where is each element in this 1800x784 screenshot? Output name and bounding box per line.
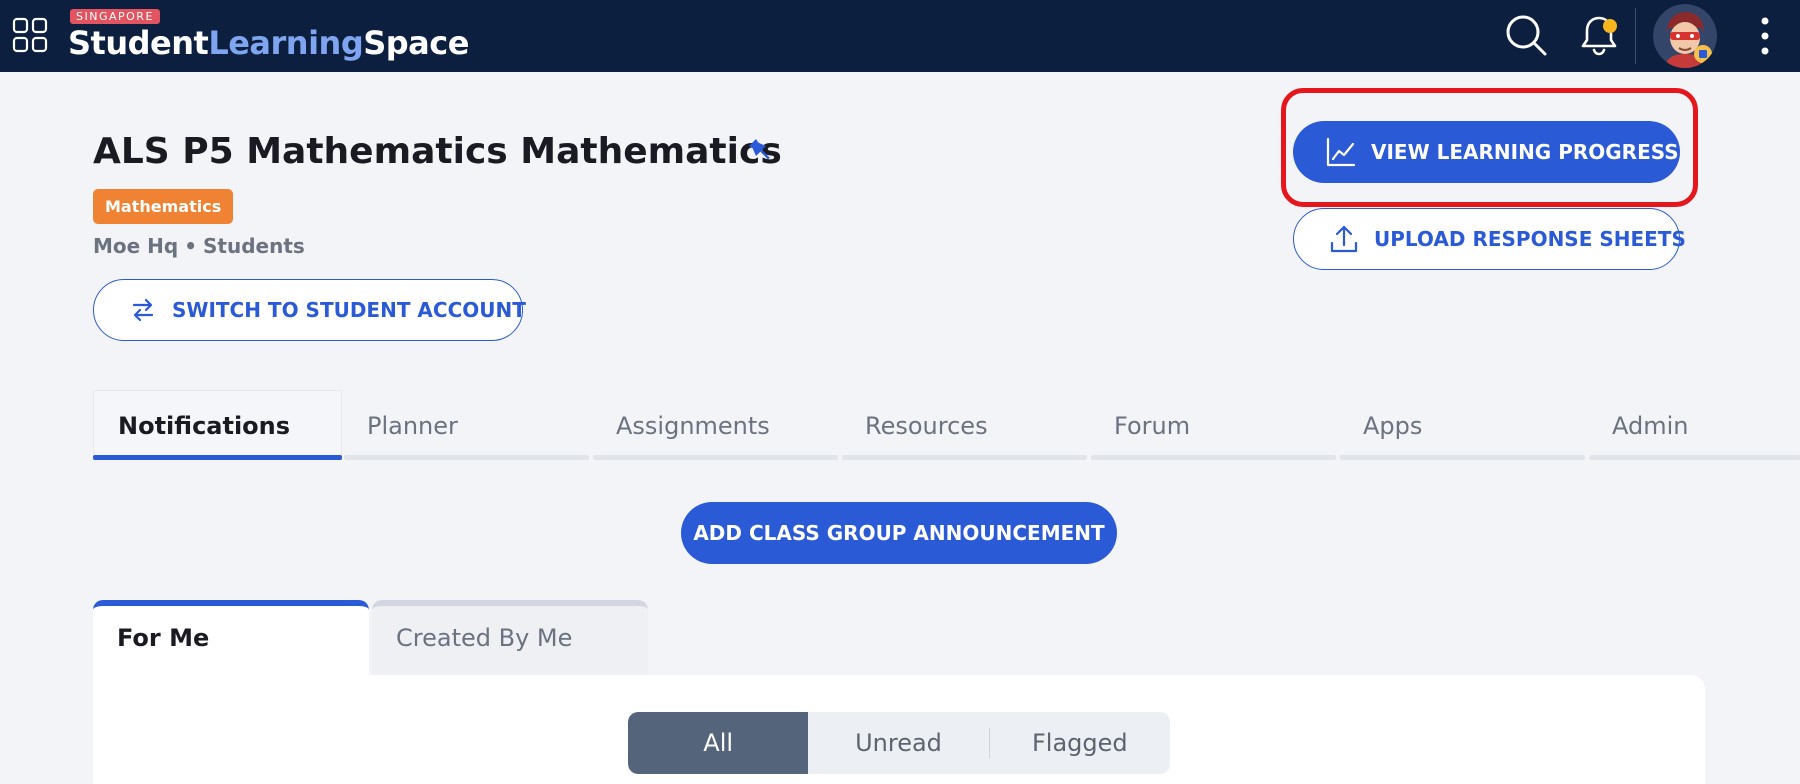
tab-label: Forum <box>1114 412 1191 440</box>
class-meta: Moe Hq • Students <box>93 232 305 260</box>
tab-label: Notifications <box>118 412 291 440</box>
bell-icon[interactable] <box>1576 12 1622 58</box>
tab-apps[interactable]: Apps <box>1338 390 1587 460</box>
view-progress-label: VIEW LEARNING PROGRESS <box>1371 140 1679 164</box>
switch-to-student-account-button[interactable]: SWITCH TO STUDENT ACCOUNT <box>93 279 526 341</box>
tab-label: Planner <box>367 412 458 440</box>
announce-label: ADD CLASS GROUP ANNOUNCEMENT <box>693 521 1105 545</box>
tab-planner[interactable]: Planner <box>342 390 591 460</box>
tab-underline <box>842 455 1087 460</box>
subtab-created-by-me[interactable]: Created By Me <box>372 600 648 675</box>
switch-account-label: SWITCH TO STUDENT ACCOUNT <box>172 298 526 322</box>
filter-unread[interactable]: Unread <box>808 712 988 774</box>
filter-flagged[interactable]: Flagged <box>990 712 1170 774</box>
view-learning-progress-button[interactable]: VIEW LEARNING PROGRESS <box>1293 121 1680 183</box>
meta-separator: • <box>184 234 198 258</box>
upload-icon <box>1330 225 1358 253</box>
upload-sheets-label: UPLOAD RESPONSE SHEETS <box>1374 227 1686 251</box>
filter-all[interactable]: All <box>628 712 809 774</box>
notification-filter: All Unread Flagged <box>628 712 1170 774</box>
tab-label: Resources <box>865 412 988 440</box>
tab-admin[interactable]: Admin <box>1587 390 1800 460</box>
logo-wordmark: StudentLearningSpace <box>68 24 469 62</box>
tab-underline <box>1340 455 1585 460</box>
subtab-label: Created By Me <box>396 624 573 652</box>
pin-icon[interactable] <box>744 134 778 168</box>
logo-tag: SINGAPORE <box>70 9 160 24</box>
upload-response-sheets-button[interactable]: UPLOAD RESPONSE SHEETS <box>1293 208 1686 270</box>
meta-organisation: Moe Hq <box>93 234 179 258</box>
search-icon[interactable] <box>1503 12 1549 58</box>
meta-role: Students <box>203 234 305 258</box>
tab-underline <box>344 455 589 460</box>
tab-underline <box>593 455 838 460</box>
tab-resources[interactable]: Resources <box>840 390 1089 460</box>
topbar-divider <box>1635 8 1636 64</box>
main-tab-bar: Notifications Planner Assignments Resour… <box>93 390 1800 460</box>
tab-label: Assignments <box>616 412 770 440</box>
tab-notifications[interactable]: Notifications <box>93 390 342 460</box>
tab-underline <box>93 455 342 460</box>
top-navigation-bar: SINGAPORE StudentLearningSpace <box>0 0 1800 72</box>
page-title: ALS P5 Mathematics Mathematics <box>93 131 782 172</box>
switch-arrows-icon <box>132 298 154 322</box>
tab-underline <box>1091 455 1336 460</box>
subject-badge: Mathematics <box>93 189 234 224</box>
tab-label: Admin <box>1612 412 1689 440</box>
avatar[interactable] <box>1653 4 1717 68</box>
line-chart-icon <box>1326 137 1356 167</box>
apps-grid-icon[interactable] <box>12 17 48 53</box>
subtab-for-me[interactable]: For Me <box>93 600 369 675</box>
tab-label: Apps <box>1363 412 1423 440</box>
tab-underline <box>1589 455 1800 460</box>
notification-dot <box>1603 19 1617 33</box>
subtab-label: For Me <box>117 624 210 652</box>
tab-assignments[interactable]: Assignments <box>591 390 840 460</box>
add-class-group-announcement-button[interactable]: ADD CLASS GROUP ANNOUNCEMENT <box>681 502 1117 564</box>
tab-forum[interactable]: Forum <box>1089 390 1338 460</box>
more-vertical-icon[interactable] <box>1754 14 1776 58</box>
